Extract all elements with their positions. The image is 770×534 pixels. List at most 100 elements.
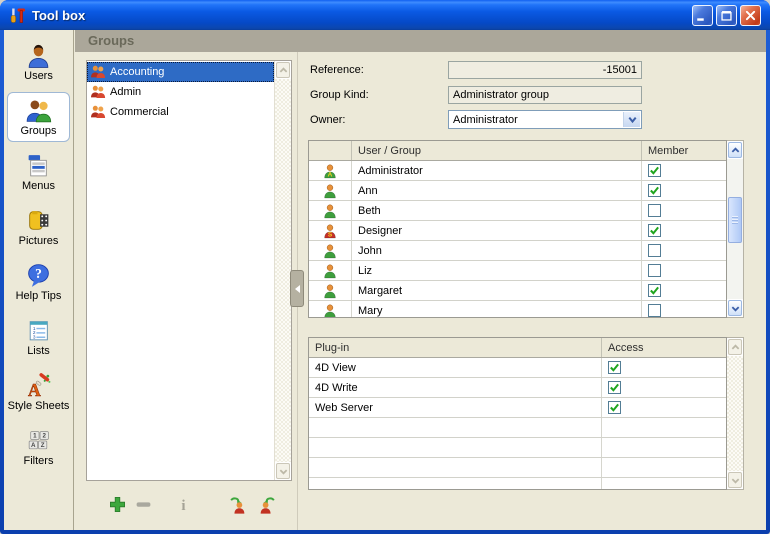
content-area: Accounting Admin Commercial Reference: -15… xyxy=(75,52,766,530)
member-column-header: Member xyxy=(641,141,726,160)
user-group-name: Beth xyxy=(351,201,641,220)
svg-text:A: A xyxy=(31,442,36,449)
member-checkbox[interactable] xyxy=(648,284,661,297)
access-checkbox[interactable] xyxy=(608,361,621,374)
scrollbar-track[interactable] xyxy=(727,356,743,471)
member-checkbox[interactable] xyxy=(648,164,661,177)
sidebar-item-filters[interactable]: 12AZ Filters xyxy=(7,422,70,472)
minimize-icon xyxy=(694,7,711,24)
member-checkbox[interactable] xyxy=(648,304,661,317)
plugins-scrollbar[interactable] xyxy=(727,337,744,490)
members-scrollbar[interactable] xyxy=(727,140,744,318)
assign-user-in-button[interactable] xyxy=(226,493,248,515)
title-bar[interactable]: Tool box xyxy=(0,0,770,30)
sidebar-item-label: Menus xyxy=(22,181,55,192)
plugin-name-empty xyxy=(309,438,601,457)
table-row[interactable]: AAdministrator xyxy=(309,161,726,181)
splitter-handle[interactable] xyxy=(290,270,304,307)
member-cell xyxy=(641,301,726,318)
access-checkbox[interactable] xyxy=(608,381,621,394)
sidebar-item-style-sheets[interactable]: AStyle Sheets xyxy=(7,367,70,417)
member-checkbox[interactable] xyxy=(648,244,661,257)
sidebar-item-users[interactable]: Users xyxy=(7,37,70,87)
scrollbar-thumb[interactable] xyxy=(728,197,742,243)
user-icon xyxy=(309,261,351,280)
members-table-body: AAdministratorAnnBethSDesignerJohnLizMar… xyxy=(309,161,726,318)
group-list-toolbar: i xyxy=(86,493,292,517)
table-row[interactable]: Ann xyxy=(309,181,726,201)
sidebar-item-label: Help Tips xyxy=(16,291,62,302)
member-checkbox[interactable] xyxy=(648,224,661,237)
sidebar-item-groups[interactable]: Groups xyxy=(7,92,70,142)
plugins-table-grid: Plug-in Access 4D View4D WriteWeb Server xyxy=(308,337,727,490)
members-table-header: User / Group Member xyxy=(309,141,726,161)
owner-dropdown[interactable]: Administrator xyxy=(448,110,642,129)
scroll-up-icon[interactable] xyxy=(728,142,742,158)
sidebar-item-label: Lists xyxy=(27,346,50,357)
member-cell xyxy=(641,201,726,220)
reference-row: Reference: -15001 xyxy=(308,60,744,79)
minimize-button[interactable] xyxy=(692,5,713,26)
scroll-down-icon[interactable] xyxy=(728,300,742,316)
filters-icon: 12AZ xyxy=(25,427,52,454)
table-row[interactable]: Beth xyxy=(309,201,726,221)
group-kind-label: Group Kind: xyxy=(308,89,448,101)
minus-icon xyxy=(134,495,153,514)
group-list-item[interactable]: Admin xyxy=(87,82,274,102)
user-icon xyxy=(309,201,351,220)
scroll-down-icon[interactable] xyxy=(276,463,290,479)
sidebar-item-lists[interactable]: 123Lists xyxy=(7,312,70,362)
access-cell xyxy=(601,378,726,397)
assign-user-out-button[interactable] xyxy=(256,493,278,515)
table-row[interactable]: 4D Write xyxy=(309,378,726,398)
user-group-name: Administrator xyxy=(351,161,641,180)
sidebar: UsersGroups Menus Pictures?Help Tips123Lis… xyxy=(4,30,74,530)
svg-text:Z: Z xyxy=(41,442,45,449)
scroll-up-icon[interactable] xyxy=(728,339,742,355)
scrollbar-track[interactable] xyxy=(727,159,743,299)
add-group-button[interactable] xyxy=(106,493,128,515)
maximize-button[interactable] xyxy=(716,5,737,26)
members-table: User / Group Member AAdministratorAnnBet… xyxy=(308,140,744,318)
sidebar-item-pictures[interactable]: Pictures xyxy=(7,202,70,252)
group-name: Admin xyxy=(110,86,141,98)
group-list-item[interactable]: Accounting xyxy=(87,62,274,82)
scroll-down-icon[interactable] xyxy=(728,472,742,488)
toolbox-window: Tool box UsersGroups Menus Pictures?Help T… xyxy=(0,0,770,534)
info-icon: i xyxy=(174,495,193,514)
window-controls xyxy=(692,5,761,26)
member-checkbox[interactable] xyxy=(648,204,661,217)
user-icon xyxy=(309,281,351,300)
scrollbar-track[interactable] xyxy=(275,79,291,462)
plugin-name-empty xyxy=(309,418,601,437)
chevron-down-icon[interactable] xyxy=(623,112,640,127)
owner-value: Administrator xyxy=(453,114,518,126)
sidebar-item-menus[interactable]: Menus xyxy=(7,147,70,197)
group-list-scrollbar[interactable] xyxy=(274,61,291,480)
plugin-name: 4D Write xyxy=(309,378,601,397)
menus-icon xyxy=(25,152,52,179)
scroll-up-icon[interactable] xyxy=(276,62,290,78)
member-checkbox[interactable] xyxy=(648,184,661,197)
access-cell xyxy=(601,358,726,377)
group-list-item[interactable]: Commercial xyxy=(87,102,274,122)
close-button[interactable] xyxy=(740,5,761,26)
sidebar-item-help-tips[interactable]: ?Help Tips xyxy=(7,257,70,307)
table-row[interactable]: Liz xyxy=(309,261,726,281)
table-row[interactable]: Web Server xyxy=(309,398,726,418)
sidebar-item-label: Filters xyxy=(24,456,54,467)
plugins-table: Plug-in Access 4D View4D WriteWeb Server xyxy=(308,337,744,490)
member-checkbox[interactable] xyxy=(648,264,661,277)
svg-text:2: 2 xyxy=(42,433,46,440)
table-row[interactable]: SDesigner xyxy=(309,221,726,241)
table-row[interactable]: 4D View xyxy=(309,358,726,378)
table-row[interactable]: John xyxy=(309,241,726,261)
user-arrow-out-icon xyxy=(258,495,277,514)
access-checkbox[interactable] xyxy=(608,401,621,414)
groups-icon xyxy=(25,97,52,124)
table-row[interactable]: Margaret xyxy=(309,281,726,301)
group-name: Commercial xyxy=(110,106,169,118)
group-detail-panel: Reference: -15001 Group Kind: Administra… xyxy=(308,60,744,490)
table-row[interactable]: Mary xyxy=(309,301,726,318)
access-cell-empty xyxy=(601,478,726,490)
